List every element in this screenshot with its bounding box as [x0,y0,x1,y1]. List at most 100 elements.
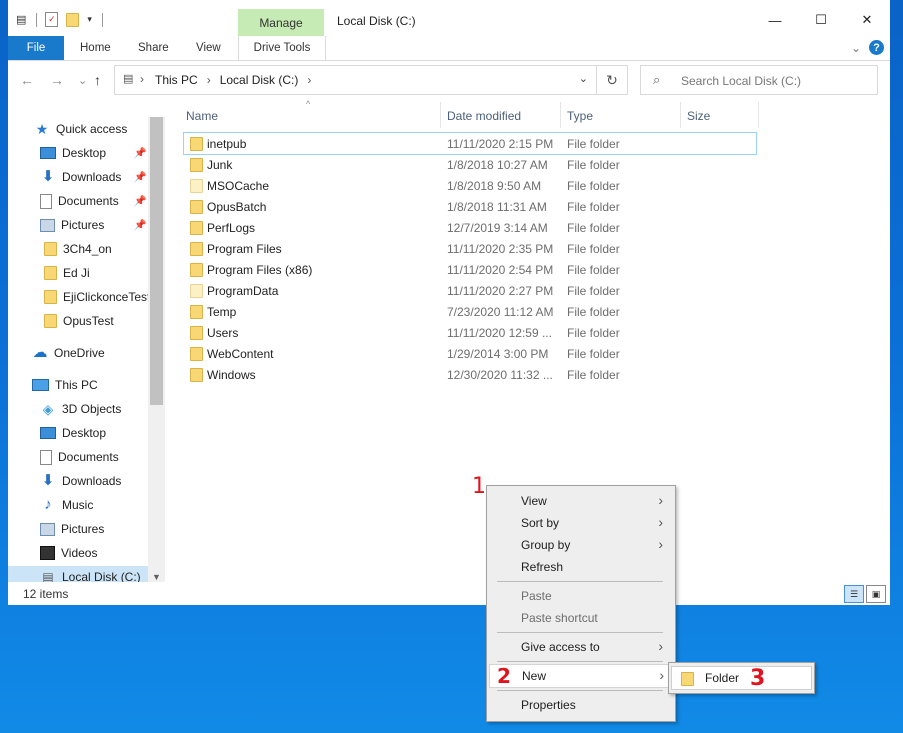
table-row[interactable]: MSOCache 1/8/2018 9:50 AM File folder [184,175,756,196]
table-row[interactable]: OpusBatch 1/8/2018 11:31 AM File folder [184,196,756,217]
nav-documents-pinned[interactable]: Documents [40,190,119,212]
nav-music[interactable]: ♪ Music [40,494,93,516]
breadcrumb-chevron-icon[interactable]: › [207,73,211,87]
menu-item-new[interactable]: New › [489,664,673,688]
new-folder-icon[interactable] [66,12,80,27]
breadcrumb-chevron-icon[interactable]: › [307,73,311,87]
back-arrow-icon[interactable]: ← [20,72,34,88]
address-dropdown-chevron-icon[interactable]: ⌄ [579,72,588,85]
column-date-modified[interactable]: Date modified [447,109,521,123]
nav-quick-access[interactable]: ★ Quick access [34,118,128,140]
up-arrow-icon[interactable]: ↑ [94,72,101,88]
nav-3d-objects[interactable]: ◈ 3D Objects [40,398,122,420]
menu-item-refresh[interactable]: Refresh [489,556,671,578]
tab-file[interactable]: File [8,36,64,60]
nav-desktop[interactable]: Desktop [40,422,106,444]
table-row[interactable]: Program Files (x86) 11/11/2020 2:54 PM Fil… [184,259,756,280]
nav-downloads[interactable]: ⬇ Downloads [40,470,122,492]
pin-icon: 📌 [134,148,147,159]
menu-item-properties[interactable]: Properties [489,694,671,716]
tab-home[interactable]: Home [80,36,111,60]
address-bar[interactable]: ▤ › This PC › Local Disk (C:) › ⌄ [114,65,597,95]
column-divider[interactable] [440,102,441,128]
column-name[interactable]: Name [186,109,218,123]
help-icon[interactable]: ? [869,40,884,55]
address-chevron-icon: › [140,72,144,86]
column-divider[interactable] [680,102,681,128]
toolbar-divider [101,12,103,27]
document-icon [40,193,52,209]
breadcrumb-this-pc[interactable]: This PC [155,73,198,87]
search-input[interactable]: ⌕ Search Local Disk (C:) [640,65,878,95]
menu-item-view[interactable]: View › [489,490,671,512]
nav-onedrive[interactable]: ☁ OneDrive [32,342,105,364]
table-row[interactable]: Junk 1/8/2018 10:27 AM File folder [184,154,756,175]
tab-drive-tools[interactable]: Drive Tools [238,36,326,60]
properties-checklist-icon[interactable]: ✓ [45,12,59,27]
nav-recent-ejiclickoncetest[interactable]: EjiClickonceTest [44,286,150,308]
annotation-2: 2 [497,664,511,688]
table-row[interactable]: WebContent 1/29/2014 3:00 PM File folder [184,343,756,364]
nav-scrollbar[interactable]: ▼ [148,117,165,582]
new-submenu: Folder [668,662,815,694]
breadcrumb: This PC › Local Disk (C:) › [155,73,311,87]
table-row[interactable]: Users 11/11/2020 12:59 ... File folder [184,322,756,343]
table-row[interactable]: Program Files 11/11/2020 2:35 PM File fold… [184,238,756,259]
menu-item-paste: Paste [521,589,552,603]
submenu-arrow-icon: › [658,536,663,552]
menu-item-give-access-to[interactable]: Give access to › [489,636,671,658]
menu-item-new-folder[interactable]: Folder [671,666,812,690]
nav-scrollbar-thumb[interactable] [150,117,163,405]
menu-item-sort-by[interactable]: Sort by › [489,512,671,534]
nav-recent-ed-ji[interactable]: Ed Ji [44,262,90,284]
nav-recent-3ch4-on[interactable]: 3Ch4_on [44,238,112,260]
forward-arrow-icon[interactable]: → [50,72,64,88]
details-view-icon[interactable]: ☰ [844,585,864,603]
scroll-down-arrow-icon[interactable]: ▼ [152,572,161,582]
nav-documents[interactable]: Documents [40,446,119,468]
search-placeholder: Search Local Disk (C:) [681,74,802,88]
ribbon-controls: ⌄ ? [851,40,884,55]
table-row[interactable]: PerfLogs 12/7/2019 3:14 AM File folder [184,217,756,238]
table-row[interactable]: Windows 12/30/2020 11:32 ... File folder [184,364,756,385]
expand-ribbon-chevron-icon[interactable]: ⌄ [851,41,861,55]
table-row[interactable]: Temp 7/23/2020 11:12 AM File folder [184,301,756,322]
table-row[interactable]: ProgramData 11/11/2020 2:27 PM File folder [184,280,756,301]
customize-toolbar-chevron-icon[interactable]: ▾ [87,14,92,25]
menu-item-group-by[interactable]: Group by › [489,534,671,556]
cube-icon: ◈ [42,401,54,417]
nav-pictures[interactable]: Pictures [40,518,104,540]
status-bar: 12 items ☰ ▣ [8,582,890,605]
column-headers: ^ Name Date modified Type Size [178,99,760,128]
maximize-button[interactable]: ☐ [798,8,844,32]
close-button[interactable]: ✕ [844,8,890,32]
column-divider[interactable] [758,102,759,128]
tab-share[interactable]: Share [138,36,169,60]
menu-separator [497,581,663,582]
submenu-arrow-icon: › [658,638,663,654]
nav-downloads-pinned[interactable]: ⬇ Downloads [40,166,122,188]
folder-icon [190,326,203,340]
column-size[interactable]: Size [687,109,710,123]
nav-recent-opustest[interactable]: OpusTest [44,310,114,332]
column-type[interactable]: Type [567,109,593,123]
title-bar: ▤ ✓ ▾ Manage Local Disk (C:) — ☐ ✕ [8,0,890,36]
folder-icon [44,314,57,328]
recent-locations-chevron-icon[interactable]: ⌄ [78,74,87,87]
column-divider[interactable] [560,102,561,128]
nav-desktop-pinned[interactable]: Desktop [40,142,106,164]
nav-videos[interactable]: Videos [40,542,97,564]
desktop-icon [40,147,56,159]
tab-view[interactable]: View [196,36,221,60]
nav-pictures-pinned[interactable]: Pictures [40,214,104,236]
breadcrumb-local-disk[interactable]: Local Disk (C:) [220,73,299,87]
large-icons-view-icon[interactable]: ▣ [866,585,886,603]
cloud-icon: ☁ [32,344,48,361]
table-row[interactable]: inetpub 11/11/2020 2:15 PM File folder [183,132,757,155]
nav-this-pc[interactable]: This PC [32,374,98,396]
hidden-folder-icon [190,179,203,193]
nav-local-disk[interactable]: ▤ Local Disk (C:) [8,566,148,582]
refresh-button[interactable]: ↻ [596,65,628,95]
minimize-button[interactable]: — [752,8,798,32]
folder-icon [44,290,57,304]
